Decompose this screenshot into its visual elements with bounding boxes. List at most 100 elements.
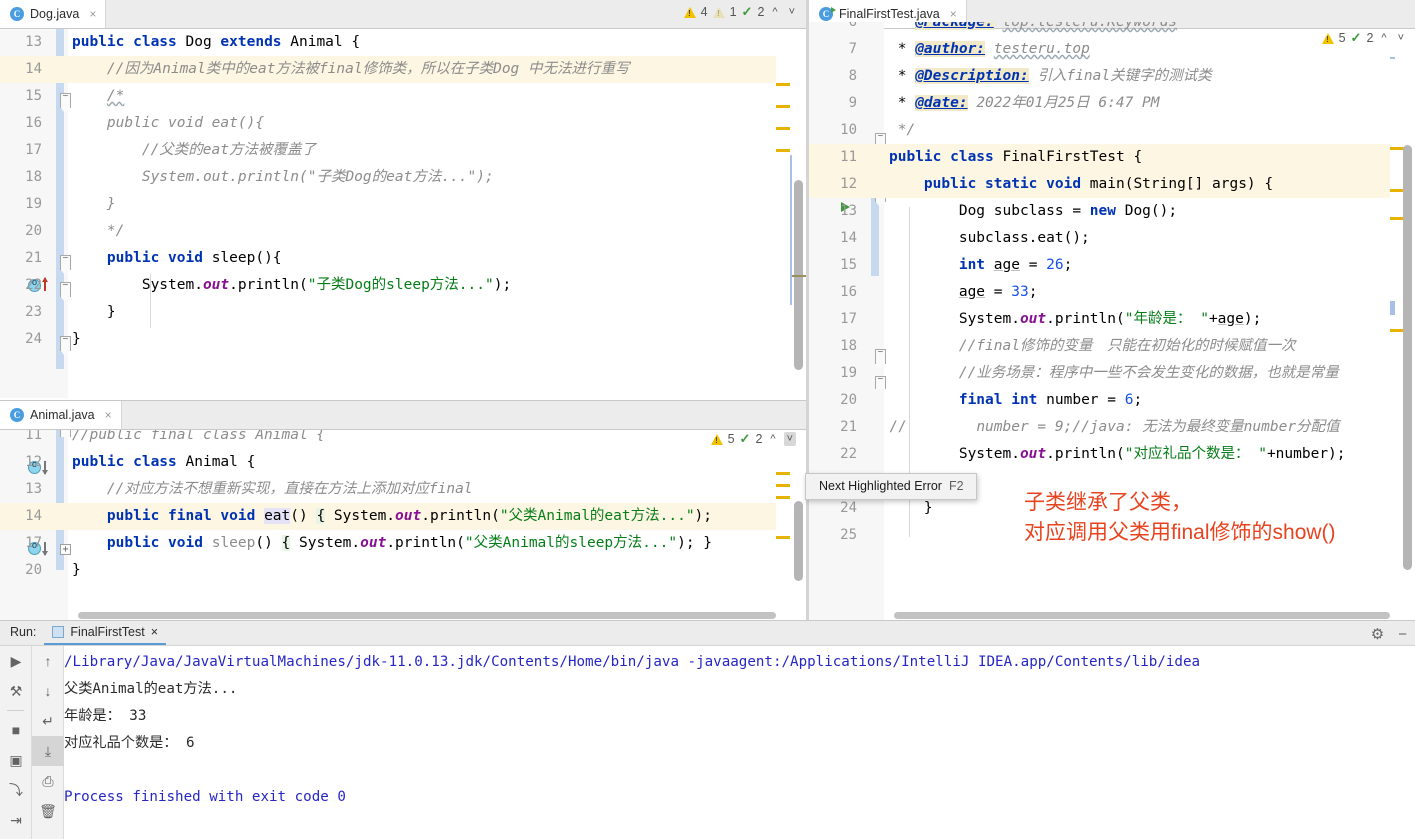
code-line[interactable]: 20 */ <box>0 218 776 245</box>
code-animal-java[interactable]: 11 //public final class Animal {12 public … <box>0 430 776 584</box>
line-number: 24 <box>25 331 42 347</box>
gear-icon[interactable]: ⚙ <box>1371 625 1384 643</box>
code-line[interactable]: 7 * @author: testeru.top <box>809 36 1390 63</box>
soft-wrap-button[interactable]: ↵ <box>32 706 64 736</box>
minimize-icon[interactable]: − <box>1398 626 1407 643</box>
chevron-up-icon[interactable]: ^ <box>767 432 778 446</box>
run-tab-finalfirsttest[interactable]: FinalFirstTest × <box>44 621 167 645</box>
editor-dog-java[interactable]: C Dog.java × 4 1 ✓ 2 ^ ˅ <box>0 0 806 398</box>
code-line[interactable]: 20} <box>0 557 776 584</box>
inspection-widget-dog[interactable]: 4 1 ✓ 2 ^ ˅ <box>683 4 798 20</box>
code-line[interactable]: 12 public class Animal { <box>0 449 776 476</box>
code-line[interactable]: 12 public static void main(String[] args… <box>809 171 1390 198</box>
code-line[interactable]: 18 System.out.println("子类Dog的eat方法..."); <box>0 164 776 191</box>
code-line[interactable]: 17 System.out.println("年龄是： "+age); <box>809 306 1390 333</box>
code-line[interactable]: 13 //对应方法不想重新实现，直接在方法上添加对应final <box>0 476 776 503</box>
scrollbar-dog-blue-range <box>790 155 792 305</box>
hscrollbar-animal[interactable] <box>78 612 776 619</box>
run-config-icon <box>52 626 65 638</box>
code-line[interactable]: 11 //public final class Animal { <box>0 430 776 449</box>
up-the-stack-trace-button[interactable]: ↑ <box>32 646 64 676</box>
rerun-button[interactable]: ▶ <box>0 646 32 676</box>
warning-stripe <box>776 484 790 487</box>
code-line[interactable]: 14 //因为Animal类中的eat方法被final修饰类，所以在子类Dog … <box>0 56 776 83</box>
code-line[interactable]: 14 public final void eat() { System.out.… <box>0 503 776 530</box>
tab-dog-java[interactable]: C Dog.java × <box>0 0 107 28</box>
editor-finalfirsttest-java[interactable]: C FinalFirstTest.java × 5 ✓ 2 ^ ˅ <box>809 0 1415 622</box>
warning-stripe <box>1390 189 1404 192</box>
line-number: 13 <box>840 203 857 219</box>
close-icon[interactable]: × <box>89 7 96 21</box>
inspection-widget-animal[interactable]: 5 ✓ 2 ^ ˅ <box>710 431 796 447</box>
code-line[interactable]: 19 //业务场景：程序中一些不会发生变化的数据，也就是常量 <box>809 360 1390 387</box>
line-number: 14 <box>840 230 857 246</box>
code-text: } <box>106 304 116 320</box>
code-line[interactable]: 10 */ <box>809 117 1390 144</box>
editor-animal-java[interactable]: C Animal.java × 5 ✓ 2 ^ ˅ + + 11//public… <box>0 400 806 622</box>
stop-button[interactable]: ■ <box>0 715 32 745</box>
scrollbar-final[interactable] <box>1403 145 1412 570</box>
code-line[interactable]: 23 } <box>0 299 776 326</box>
code-line[interactable]: 24} <box>0 326 776 353</box>
run-left-toolbar[interactable]: ▶⚒■▣⤵⇥☰ <box>0 646 32 839</box>
code-line[interactable]: 19 } <box>0 191 776 218</box>
line-number: 22 <box>25 277 42 293</box>
code-line[interactable]: 14 subclass.eat(); <box>809 225 1390 252</box>
error-stripe-dog[interactable] <box>776 29 790 398</box>
close-icon[interactable]: × <box>950 7 957 21</box>
warning-icon <box>710 433 723 445</box>
edit-configurations-button[interactable]: ⚒ <box>0 676 32 706</box>
screenshot-button[interactable]: ▣ <box>0 745 32 775</box>
run-console-output[interactable]: /Library/Java/JavaVirtualMachines/jdk-11… <box>64 646 1401 839</box>
code-line[interactable]: 22 System.out.println("对应礼品个数是： "+number… <box>809 441 1390 468</box>
code-line[interactable]: 21 public void sleep(){ <box>0 245 776 272</box>
inspection-widget-final[interactable]: 5 ✓ 2 ^ ˅ <box>1321 30 1407 46</box>
close-icon[interactable]: × <box>105 408 112 422</box>
chevron-up-icon[interactable]: ^ <box>1378 31 1389 45</box>
code-line[interactable]: 16 public void eat(){ <box>0 110 776 137</box>
warning-count: 5 <box>1338 31 1346 45</box>
tab-label: Dog.java <box>30 7 80 21</box>
chevron-up-icon[interactable]: ^ <box>769 5 780 19</box>
error-stripe-animal[interactable] <box>776 430 790 622</box>
code-dog-java[interactable]: 13 public class Dog extends Animal {14 //… <box>0 29 776 353</box>
tab-animal-java[interactable]: C Animal.java × <box>0 401 122 429</box>
line-number: 9 <box>848 95 857 111</box>
code-text: int age = 26; <box>958 257 1073 273</box>
java-class-icon: C <box>10 7 24 21</box>
code-line[interactable]: 9 * @date: 2022年01月25日 6:47 PM <box>809 90 1390 117</box>
dump-threads-button[interactable]: ⤵ <box>0 775 32 805</box>
close-icon[interactable]: × <box>151 625 158 639</box>
code-line[interactable]: 8 * @Description: 引入final关键字的测试类 <box>809 63 1390 90</box>
code-line[interactable]: 20 final int number = 6; <box>809 387 1390 414</box>
error-stripe-final[interactable] <box>1390 29 1404 622</box>
code-line[interactable]: 22 System.out.println("子类Dog的sleep方法..."… <box>0 272 776 299</box>
code-line[interactable]: 15 /* <box>0 83 776 110</box>
code-line[interactable]: 15 int age = 26; <box>809 252 1390 279</box>
chevron-down-icon[interactable]: ˅ <box>1395 31 1407 45</box>
chevron-down-icon[interactable]: ˅ <box>783 432 796 446</box>
code-line[interactable]: 13 Dog subclass = new Dog(); <box>809 198 1390 225</box>
line-number: 19 <box>840 365 857 381</box>
code-line[interactable]: 11 public class FinalFirstTest { <box>809 144 1390 171</box>
chevron-down-icon[interactable]: ˅ <box>786 5 798 19</box>
code-line[interactable]: 17 //父类的eat方法被覆盖了 <box>0 137 776 164</box>
code-line[interactable]: 16 age = 33; <box>809 279 1390 306</box>
code-finalfirsttest-java[interactable]: 6 * @Package: top.testeru.Keywords 7 * @a… <box>809 22 1390 549</box>
code-line[interactable]: 18 //final修饰的变量 只能在初始化的时候赋值一次 <box>809 333 1390 360</box>
scroll-to-end-button[interactable]: ⤓ <box>32 736 64 766</box>
run-right-toolbar[interactable]: ↑ ↓ ↵ ⤓ ⎙ 🗑 <box>32 646 64 839</box>
code-line[interactable]: 17 public void sleep() { System.out.prin… <box>0 530 776 557</box>
restore-layout-button[interactable]: ⇥ <box>0 805 32 835</box>
clear-all-button[interactable]: 🗑 <box>32 796 64 826</box>
line-number: 25 <box>840 527 857 543</box>
line-number: 12 <box>25 454 42 470</box>
code-line[interactable]: 13 public class Dog extends Animal { <box>0 29 776 56</box>
code-line[interactable]: 21 // number = 9;//java: 无法为最终变量number分配值 <box>809 414 1390 441</box>
hscrollbar-final[interactable] <box>894 612 1390 619</box>
scrollbar-animal[interactable] <box>794 501 803 581</box>
code-line[interactable]: 6 * @Package: top.testeru.Keywords <box>809 22 1390 36</box>
down-the-stack-trace-button[interactable]: ↓ <box>32 676 64 706</box>
print-button[interactable]: ⎙ <box>32 766 64 796</box>
